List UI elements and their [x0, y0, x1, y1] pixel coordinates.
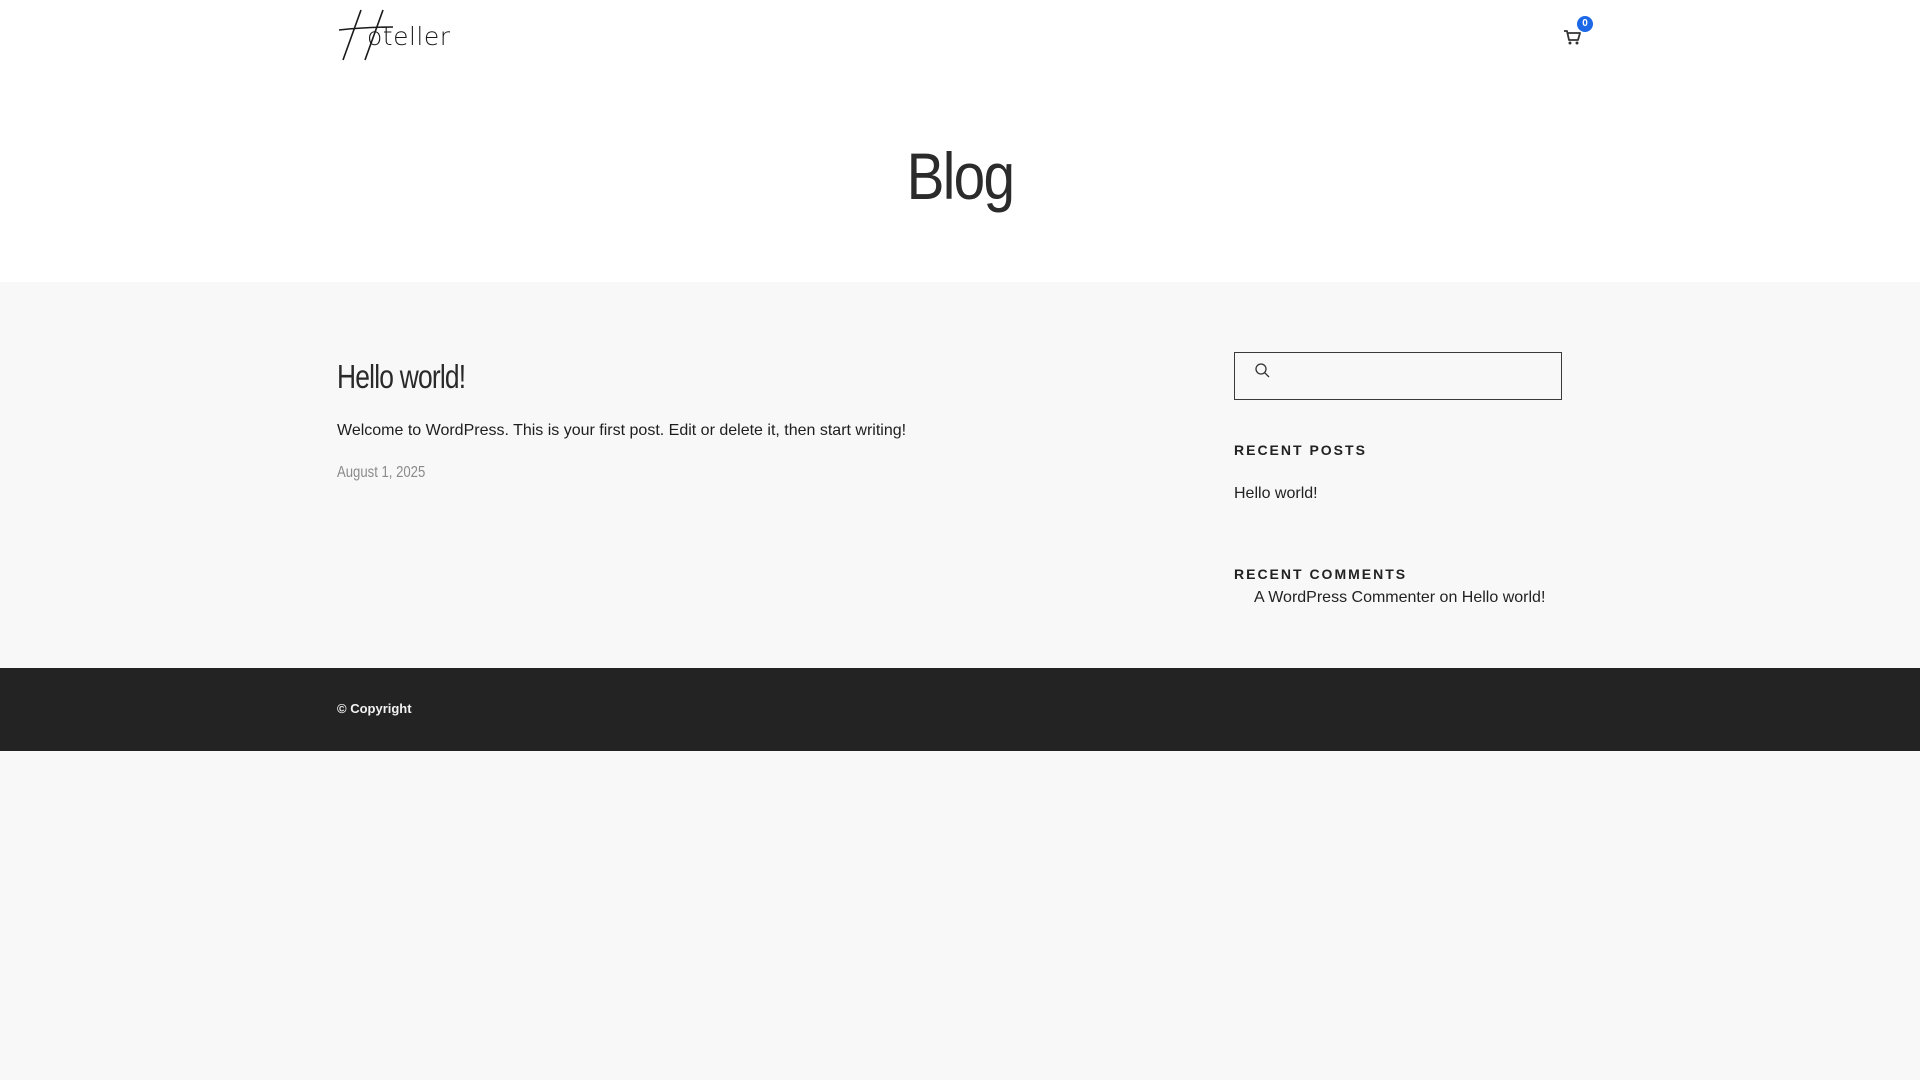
post-title[interactable]: Hello world!	[337, 358, 466, 396]
main-content: Hello world! Welcome to WordPress. This …	[0, 282, 1920, 668]
search-icon[interactable]	[1254, 362, 1272, 380]
comment-post-link[interactable]: Hello world!	[1462, 589, 1546, 606]
post-excerpt: Welcome to WordPress. This is your first…	[337, 422, 907, 439]
search-widget	[1234, 352, 1562, 400]
recent-comment-item: A WordPress Commenter on Hello world!	[1254, 589, 1545, 607]
page-title: Blog	[906, 139, 1015, 213]
site-footer: © Copyright	[0, 668, 1920, 751]
comment-connector: on	[1439, 589, 1458, 606]
cart-icon[interactable]	[1563, 28, 1581, 46]
recent-post-link[interactable]: Hello world!	[1234, 485, 1318, 503]
search-input[interactable]	[1283, 359, 1553, 393]
recent-posts-heading: Recent Posts	[1234, 442, 1367, 458]
cart-count-badge[interactable]: 0	[1577, 16, 1593, 32]
post-date: August 1, 2025	[337, 464, 426, 481]
site-header: oteller 0 Blog	[0, 0, 1920, 282]
comment-author-link[interactable]: A WordPress Commenter	[1254, 589, 1435, 606]
logo-wordmark[interactable]: oteller	[367, 22, 451, 51]
copyright-text: © Copyright	[337, 701, 412, 716]
recent-comments-heading: Recent Comments	[1234, 566, 1408, 582]
